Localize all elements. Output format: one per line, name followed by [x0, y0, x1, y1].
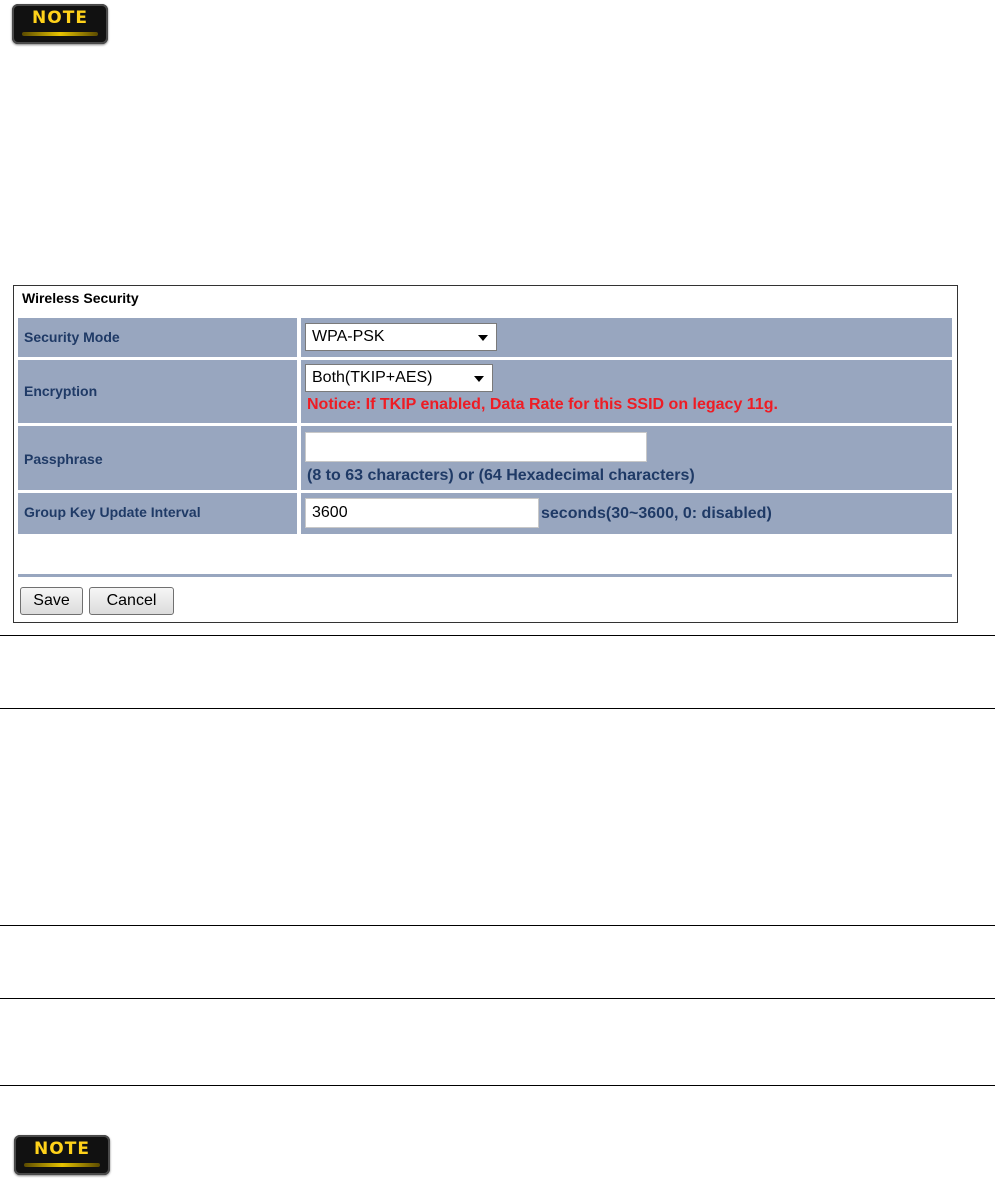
- security-mode-label: Security Mode: [24, 329, 120, 345]
- group-key-interval-hint: seconds(30~3600, 0: disabled): [541, 505, 772, 522]
- note-label: NOTE: [34, 1139, 90, 1159]
- group-key-interval-value-cell: seconds(30~3600, 0: disabled): [301, 493, 952, 534]
- table-rule-line: [0, 998, 995, 999]
- security-mode-label-cell: Security Mode: [18, 318, 297, 357]
- passphrase-hint: (8 to 63 characters) or (64 Hexadecimal …: [307, 467, 695, 484]
- tkip-notice: Notice: If TKIP enabled, Data Rate for t…: [307, 396, 778, 413]
- table-rule-line: [0, 635, 995, 636]
- panel-divider: [18, 574, 952, 577]
- table-rule-line: [0, 708, 995, 709]
- note-underline-bar: [24, 1163, 100, 1167]
- cancel-button[interactable]: Cancel: [89, 587, 174, 615]
- save-button[interactable]: Save: [20, 587, 83, 615]
- chevron-down-icon: [474, 376, 484, 382]
- note-badge-top: NOTE: [12, 4, 108, 44]
- passphrase-input[interactable]: [305, 432, 647, 462]
- encryption-label: Encryption: [24, 383, 98, 399]
- security-mode-selected-value: WPA-PSK: [312, 328, 385, 345]
- security-mode-value-cell: WPA-PSK: [301, 318, 952, 357]
- table-rule-line: [0, 1085, 995, 1086]
- chevron-down-icon: [478, 335, 488, 341]
- security-mode-select[interactable]: WPA-PSK: [305, 323, 497, 351]
- note-label: NOTE: [32, 8, 88, 28]
- passphrase-row: Passphrase (8 to 63 characters) or (64 H…: [18, 426, 952, 490]
- table-rule-line: [0, 925, 995, 926]
- security-mode-row: Security Mode WPA-PSK: [18, 318, 952, 357]
- encryption-value-cell: Both(TKIP+AES) Notice: If TKIP enabled, …: [301, 360, 952, 423]
- wireless-security-panel: Wireless Security Security Mode WPA-PSK …: [13, 285, 958, 623]
- encryption-label-cell: Encryption: [18, 360, 297, 423]
- group-key-interval-input[interactable]: [305, 498, 539, 528]
- note-badge-bottom: NOTE: [14, 1135, 110, 1175]
- panel-title: Wireless Security: [22, 290, 139, 306]
- passphrase-label-cell: Passphrase: [18, 426, 297, 490]
- note-underline-bar: [22, 32, 98, 36]
- group-key-interval-row: Group Key Update Interval seconds(30~360…: [18, 493, 952, 534]
- encryption-row: Encryption Both(TKIP+AES) Notice: If TKI…: [18, 360, 952, 423]
- group-key-interval-label: Group Key Update Interval: [24, 504, 201, 520]
- group-key-interval-label-cell: Group Key Update Interval: [18, 493, 297, 534]
- encryption-selected-value: Both(TKIP+AES): [312, 369, 433, 386]
- passphrase-label: Passphrase: [24, 451, 103, 467]
- encryption-select[interactable]: Both(TKIP+AES): [305, 364, 493, 392]
- passphrase-value-cell: (8 to 63 characters) or (64 Hexadecimal …: [301, 426, 952, 490]
